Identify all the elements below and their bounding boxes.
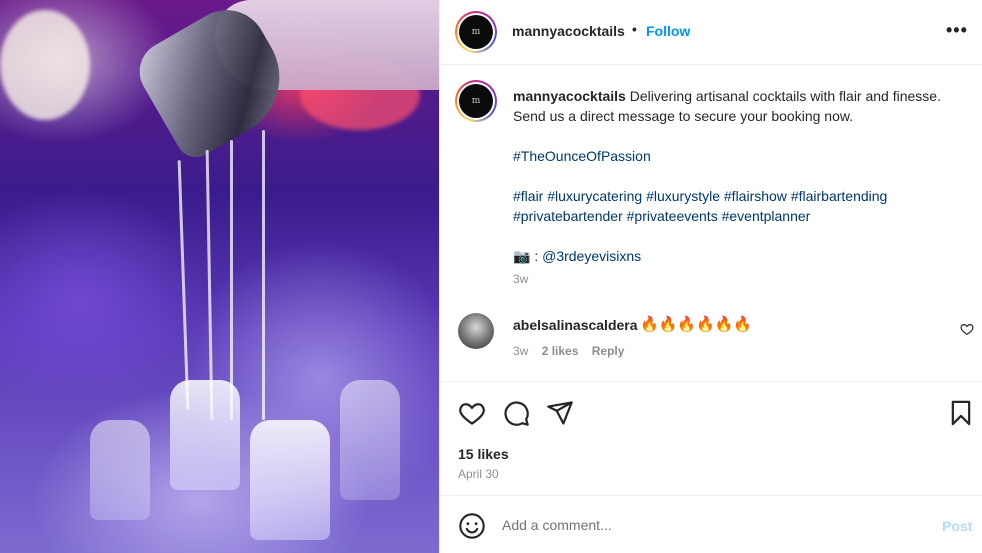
- caption-username[interactable]: mannyacocktails: [513, 88, 626, 104]
- more-options-icon[interactable]: •••: [946, 20, 968, 41]
- comment-meta: 3w 2 likes Reply: [513, 344, 634, 358]
- caption-text: mannyacocktails Delivering artisanal coc…: [513, 86, 953, 286]
- add-comment-bar: Post: [440, 497, 982, 553]
- credit-separator: :: [530, 248, 543, 264]
- hashtag-link[interactable]: #TheOunceOfPassion: [513, 148, 651, 164]
- hashtag-link[interactable]: #flair: [513, 188, 543, 204]
- reply-button[interactable]: Reply: [592, 344, 625, 358]
- photo-glass: [340, 380, 400, 500]
- comment-timestamp[interactable]: 3w: [513, 344, 528, 358]
- photo-glass: [90, 420, 150, 520]
- post-comment-button[interactable]: Post: [942, 518, 972, 534]
- hashtag-link[interactable]: #eventplanner: [722, 208, 811, 224]
- credit-mention-link[interactable]: @3rdeyevisixns: [542, 248, 641, 264]
- post-date[interactable]: April 30: [458, 467, 499, 481]
- comment-bubble-icon[interactable]: [502, 399, 530, 427]
- hashtag-link[interactable]: #privatebartender: [513, 208, 623, 224]
- photo-credit: 📷 : @3rdeyevisixns: [513, 246, 953, 266]
- separator-dot: •: [632, 21, 637, 37]
- comment-text: 🔥🔥🔥🔥🔥🔥: [640, 316, 753, 333]
- hashtag-list: #flair #luxurycatering #luxurystyle #fla…: [513, 186, 953, 226]
- post-author-username[interactable]: mannyacocktails: [512, 23, 625, 39]
- comment-input[interactable]: [502, 513, 922, 537]
- post-actions: 15 likes April 30: [440, 381, 982, 496]
- like-heart-icon[interactable]: [458, 399, 486, 427]
- comment-likes-count[interactable]: 2 likes: [542, 344, 579, 358]
- photo-glass: [250, 420, 330, 540]
- photo-pour-stream: [262, 130, 265, 420]
- save-bookmark-icon[interactable]: [947, 399, 975, 427]
- hashtag-link[interactable]: #privateevents: [627, 208, 718, 224]
- photo-pour-stream: [230, 140, 233, 420]
- smiley-icon[interactable]: [458, 512, 486, 540]
- photo-flowers: [0, 10, 90, 120]
- photo-glass: [170, 380, 240, 490]
- hashtag-link[interactable]: #luxurystyle: [646, 188, 720, 204]
- caption-avatar[interactable]: m: [455, 80, 497, 122]
- comment-like-heart-icon[interactable]: [960, 322, 974, 336]
- likes-count[interactable]: 15 likes: [458, 446, 509, 462]
- brand-logo-icon: m: [459, 15, 493, 49]
- follow-button[interactable]: Follow: [646, 23, 690, 39]
- share-paper-plane-icon[interactable]: [546, 399, 574, 427]
- post-photo[interactable]: [0, 0, 439, 553]
- post-header: m mannyacocktails • Follow •••: [440, 0, 982, 65]
- hashtag-link[interactable]: #luxurycatering: [547, 188, 642, 204]
- photo-pour-stream: [177, 160, 190, 410]
- hashtag-link[interactable]: #flairbartending: [791, 188, 888, 204]
- brand-logo-icon: m: [459, 84, 493, 118]
- caption-timestamp[interactable]: 3w: [513, 272, 528, 286]
- comment-username[interactable]: abelsalinascaldera: [513, 317, 638, 333]
- hashtag-link[interactable]: #flairshow: [724, 188, 787, 204]
- avatar[interactable]: [458, 313, 494, 349]
- avatar[interactable]: m: [455, 11, 497, 53]
- post-detail-panel: m mannyacocktails • Follow ••• m mannyac…: [439, 0, 982, 553]
- camera-icon: 📷: [513, 248, 531, 264]
